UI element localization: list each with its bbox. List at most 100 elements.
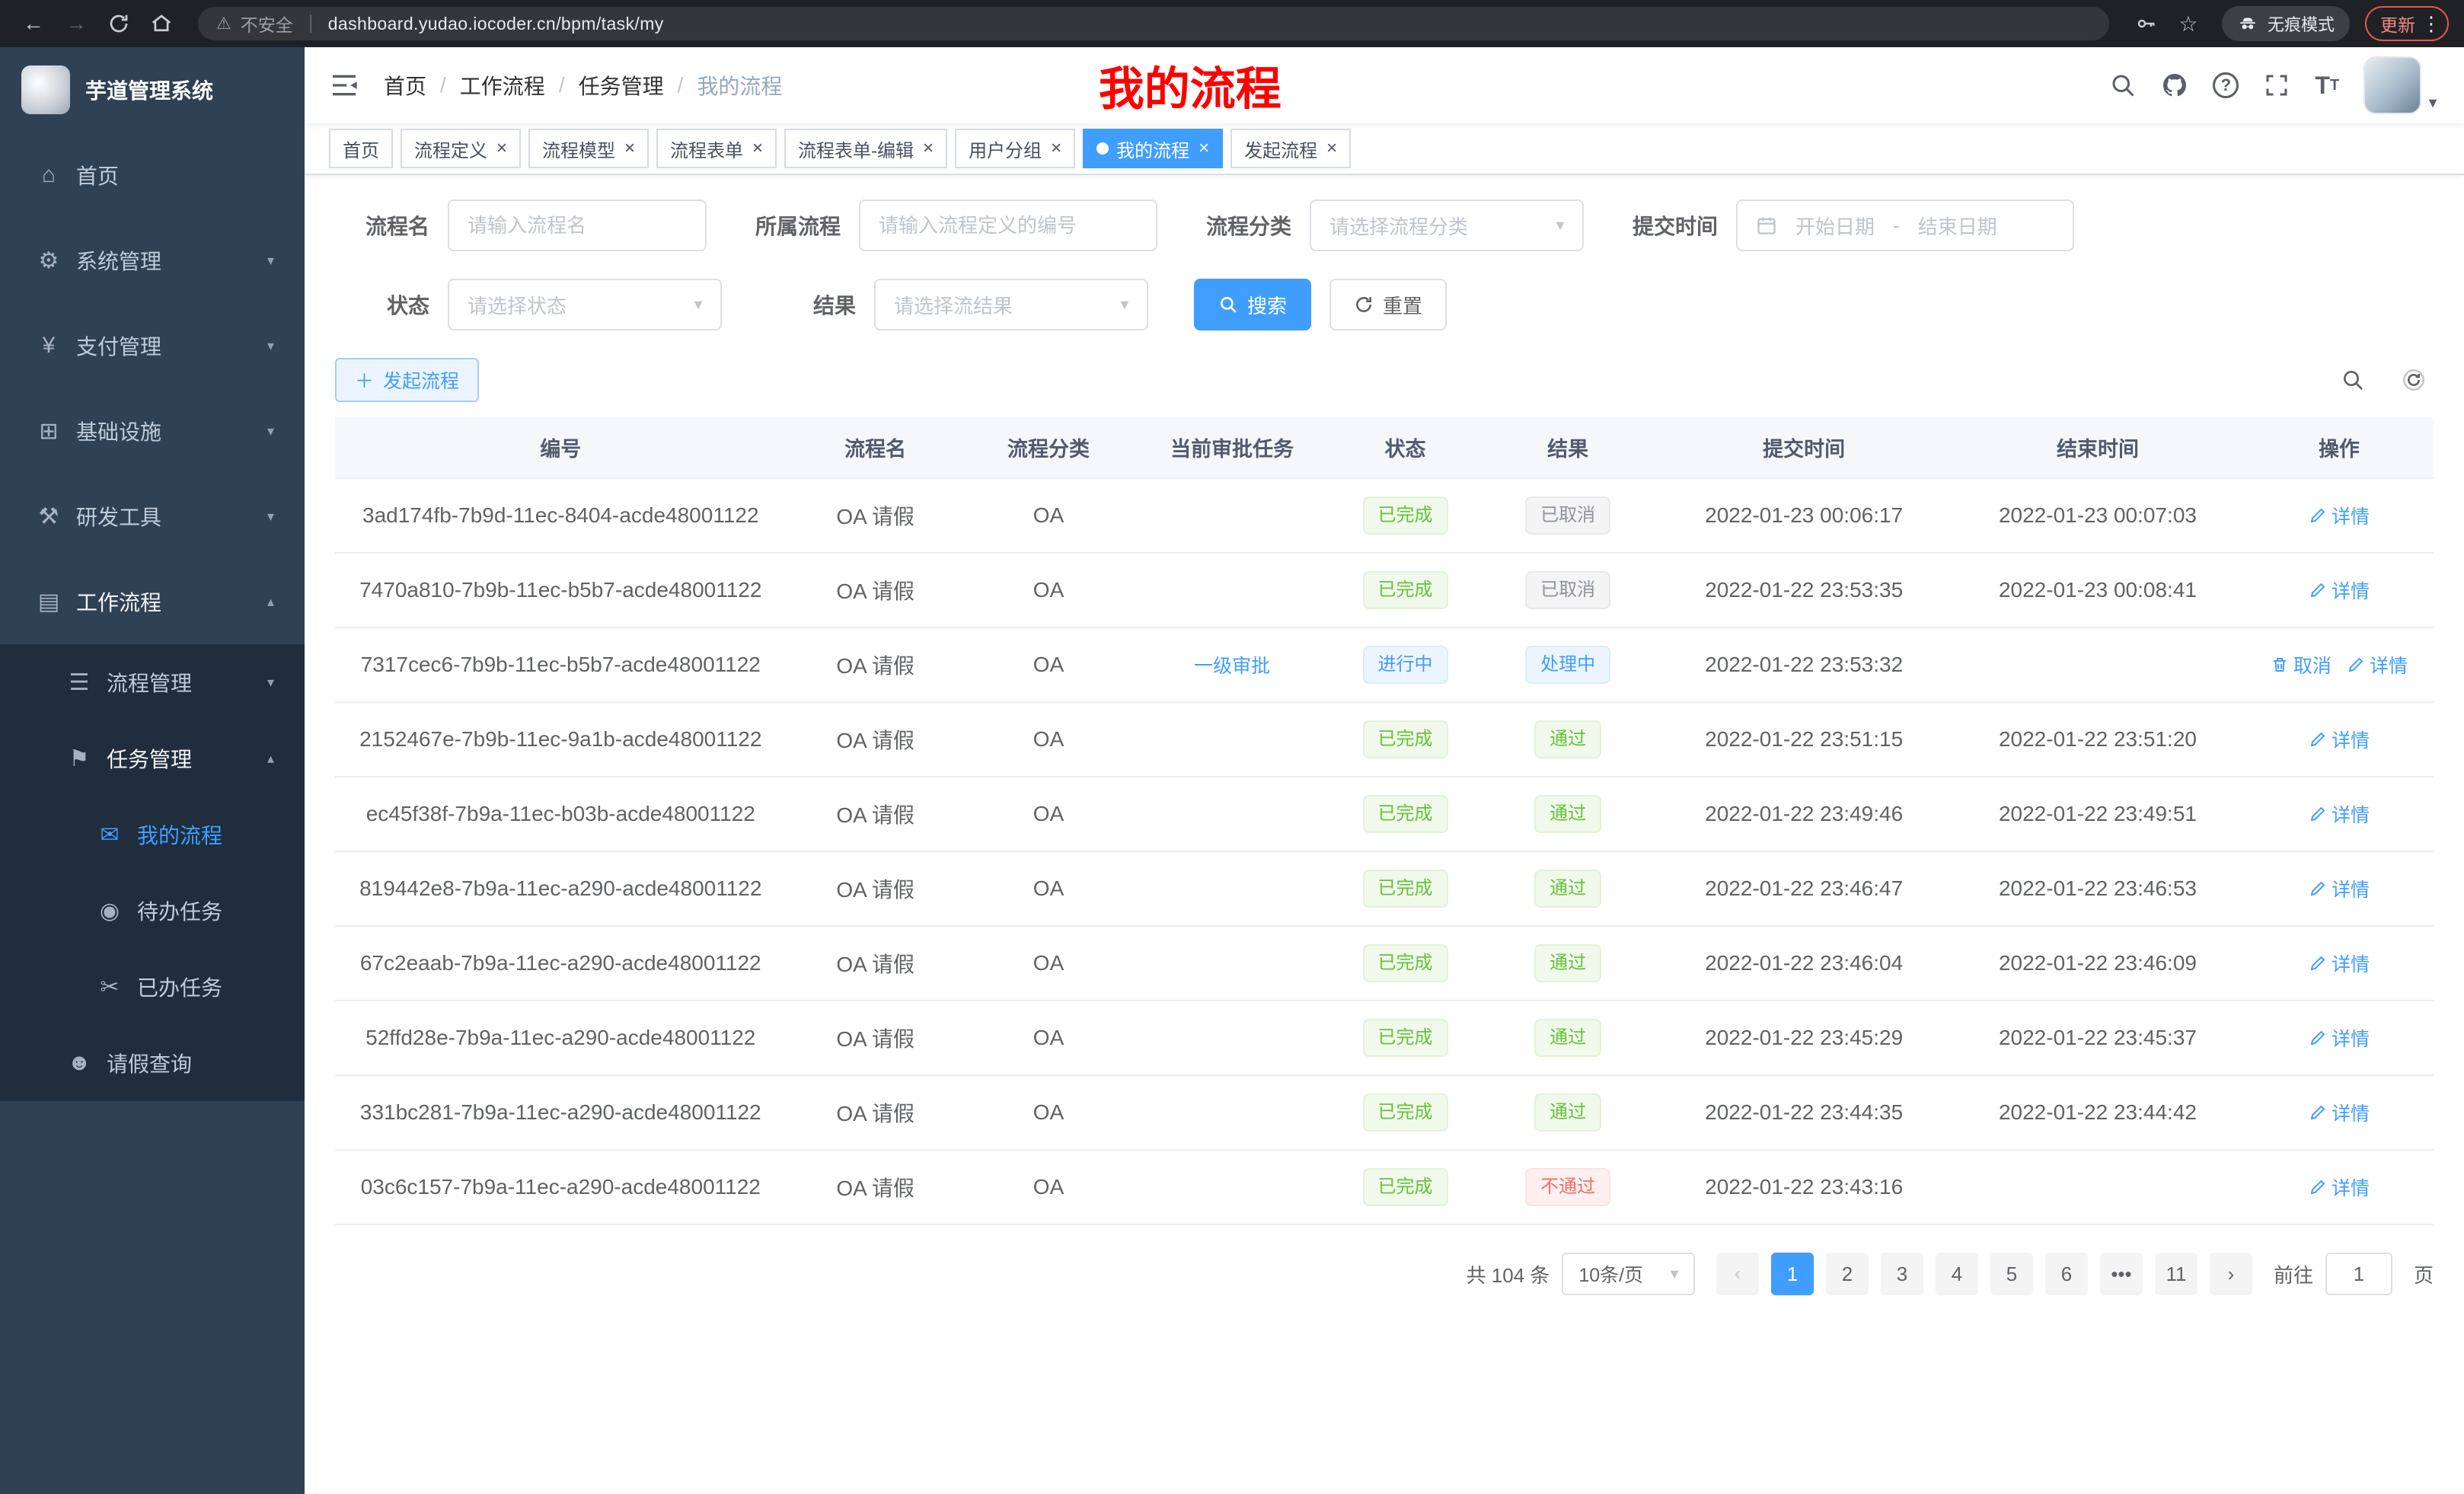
update-label: 更新	[2380, 11, 2415, 37]
chat-icon: ✉	[91, 822, 128, 848]
more-pages-button[interactable]: •••	[2100, 1253, 2143, 1295]
page-button[interactable]: 5	[1990, 1253, 2033, 1295]
tab-item[interactable]: 流程模型×	[528, 129, 649, 168]
page-button[interactable]: 1	[1771, 1253, 1814, 1295]
sidebar-item-done-task[interactable]: ✂已办任务	[0, 949, 305, 1025]
tab-item[interactable]: 用户分组×	[955, 129, 1075, 168]
submit-time-range-picker[interactable]: 开始日期 - 结束日期	[1736, 200, 2074, 251]
current-task-link[interactable]: 一级审批	[1194, 651, 1270, 678]
detail-link[interactable]: 详情	[2347, 651, 2408, 678]
address-bar[interactable]: ⚠ 不安全 dashboard.yudao.iocoder.cn/bpm/tas…	[198, 7, 2109, 40]
table-row: ec45f38f-7b9a-11ec-b03b-acde48001122OA 请…	[335, 777, 2434, 851]
close-icon[interactable]: ×	[496, 139, 507, 158]
key-icon[interactable]	[2127, 5, 2164, 42]
sidebar-item-dev-tools[interactable]: ⚒研发工具▾	[0, 474, 305, 559]
browser-menu-dots-icon[interactable]: ⋮	[2421, 12, 2441, 36]
user-icon: ☻	[61, 1050, 97, 1076]
detail-link[interactable]: 详情	[2309, 1024, 2370, 1052]
fullscreen-icon[interactable]	[2263, 67, 2290, 104]
breadcrumb-item[interactable]: 任务管理	[579, 70, 664, 101]
hamburger-icon[interactable]	[329, 70, 359, 101]
search-icon[interactable]	[2109, 67, 2137, 104]
detail-link[interactable]: 详情	[2309, 502, 2370, 529]
close-icon[interactable]: ×	[1326, 139, 1337, 158]
status-badge: 已完成	[1363, 1093, 1448, 1132]
sidebar-item-process-mgmt[interactable]: ☰流程管理▾	[0, 644, 305, 720]
close-icon[interactable]: ×	[1198, 139, 1209, 158]
filter-row-2: 状态 请选择状态 ▼ 结果 请选择流结果 ▼	[335, 279, 2434, 330]
tab-item[interactable]: 流程表单 ×	[656, 129, 777, 168]
detail-link[interactable]: 详情	[2309, 1173, 2370, 1201]
tab-item[interactable]: 我的流程×	[1083, 129, 1223, 168]
process-def-input[interactable]	[859, 200, 1157, 251]
sidebar-item-workflow[interactable]: ▤工作流程▴	[0, 559, 305, 644]
sidebar-item-todo-task[interactable]: ◉待办任务	[0, 873, 305, 949]
font-size-icon[interactable]: TT	[2315, 67, 2339, 104]
update-button[interactable]: 更新 ⋮	[2365, 6, 2449, 41]
sidebar-item-payment[interactable]: ¥支付管理▾	[0, 303, 305, 388]
breadcrumb-item[interactable]: 首页	[384, 70, 426, 101]
status-badge: 已完成	[1363, 720, 1448, 758]
next-page-button[interactable]: ›	[2210, 1253, 2252, 1295]
page-button[interactable]: 11	[2155, 1253, 2197, 1295]
sidebar-item-leave-query[interactable]: ☻请假查询	[0, 1025, 305, 1101]
close-icon[interactable]: ×	[624, 139, 635, 158]
show-search-icon[interactable]	[2333, 360, 2373, 400]
category-select[interactable]: 请选择流程分类 ▼	[1310, 200, 1584, 251]
close-icon[interactable]: ×	[923, 139, 934, 158]
forward-icon[interactable]: →	[58, 5, 94, 42]
tab-item[interactable]: 流程表单-编辑×	[784, 129, 947, 168]
sidebar-item-task-mgmt[interactable]: ⚑任务管理▴	[0, 720, 305, 796]
detail-link[interactable]: 详情	[2309, 576, 2370, 604]
page-button[interactable]: 4	[1936, 1253, 1978, 1295]
result-select[interactable]: 请选择流结果 ▼	[874, 279, 1148, 330]
tab-label: 流程表单	[670, 136, 743, 162]
cancel-link[interactable]: 取消	[2271, 651, 2332, 678]
sidebar-item-system[interactable]: ⚙系统管理▾	[0, 218, 305, 303]
chevron-down-icon: ▼	[691, 297, 705, 313]
tab-item[interactable]: 首页	[329, 129, 393, 168]
tab-item[interactable]: 发起流程×	[1230, 129, 1351, 168]
process-name-input[interactable]	[448, 200, 707, 251]
goto-suffix: 页	[2414, 1260, 2434, 1288]
detail-link[interactable]: 详情	[2309, 875, 2370, 902]
help-icon[interactable]: ?	[2213, 67, 2239, 104]
sidebar-item-my-process[interactable]: ✉我的流程	[0, 796, 305, 873]
goto-page-input[interactable]	[2325, 1253, 2392, 1295]
close-icon[interactable]: ×	[752, 139, 763, 158]
detail-link[interactable]: 详情	[2309, 800, 2370, 828]
result-cell: 已取消	[1479, 553, 1657, 627]
refresh-table-icon[interactable]	[2394, 360, 2434, 400]
detail-link[interactable]: 详情	[2309, 950, 2370, 977]
detail-link[interactable]: 详情	[2309, 1099, 2370, 1126]
edit-icon	[2309, 805, 2327, 823]
create-process-button[interactable]: ＋ 发起流程	[335, 358, 479, 402]
page-button[interactable]: 3	[1881, 1253, 1923, 1295]
yen-icon: ¥	[30, 333, 67, 359]
status-cell: 已完成	[1332, 926, 1479, 1001]
status-select[interactable]: 请选择状态 ▼	[448, 279, 722, 330]
reset-button[interactable]: 重置	[1329, 279, 1447, 330]
sidebar-item-home[interactable]: ⌂首页	[0, 132, 305, 218]
close-icon[interactable]: ×	[1051, 139, 1061, 158]
sidebar-item-infrastructure[interactable]: ⊞基础设施▾	[0, 388, 305, 474]
browser-home-icon[interactable]	[143, 5, 180, 42]
github-icon[interactable]	[2161, 67, 2188, 104]
prev-page-button[interactable]: ‹	[1716, 1253, 1759, 1295]
tab-item[interactable]: 流程定义×	[401, 129, 521, 168]
page-button[interactable]: 2	[1826, 1253, 1869, 1295]
chevron-down-icon: ▾	[267, 509, 274, 525]
page-button[interactable]: 6	[2045, 1253, 2088, 1295]
result-cell: 处理中	[1479, 627, 1657, 702]
page-size-select[interactable]: 10条/页 ▼	[1562, 1253, 1695, 1295]
user-avatar[interactable]: ▼	[2363, 56, 2440, 114]
sidebar-item-label: 待办任务	[137, 895, 222, 926]
breadcrumb-item[interactable]: 工作流程	[460, 70, 545, 101]
search-button[interactable]: 搜索	[1194, 279, 1311, 330]
detail-link[interactable]: 详情	[2309, 726, 2370, 753]
reload-icon[interactable]	[101, 5, 137, 42]
process-name: OA 请假	[787, 926, 965, 1001]
back-icon[interactable]: ←	[15, 5, 52, 42]
bookmark-star-icon[interactable]: ☆	[2170, 5, 2207, 42]
column-header: 结果	[1479, 417, 1657, 478]
